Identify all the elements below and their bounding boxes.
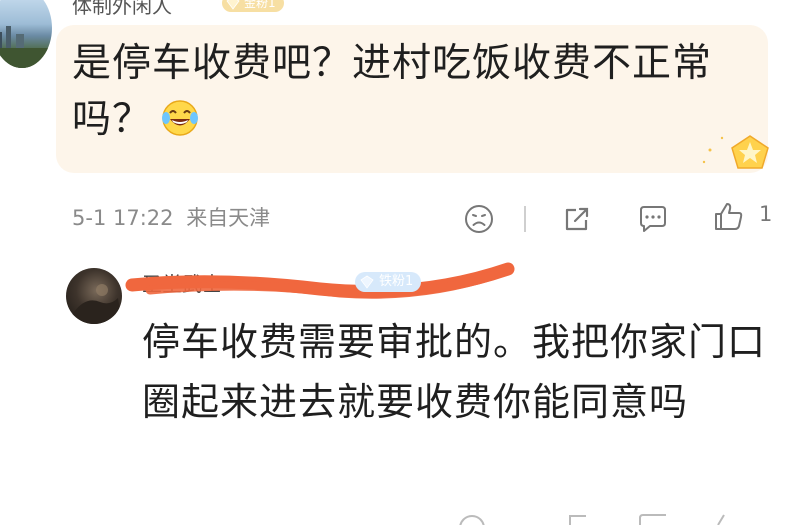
dislike-face-icon[interactable] bbox=[462, 202, 496, 236]
share-icon[interactable] bbox=[560, 202, 594, 236]
iron-gem-icon bbox=[360, 275, 374, 289]
reply-content: 停车收费需要审批的。我把你家门口圈起来进去就要收费你能同意吗 bbox=[142, 320, 767, 424]
fan-level-badge: 金粉1 bbox=[222, 0, 284, 12]
laugh-cry-emoji-icon bbox=[160, 98, 200, 138]
gold-gem-icon bbox=[226, 0, 240, 10]
fan-level-badge: 铁粉1 bbox=[355, 272, 422, 292]
action-divider bbox=[524, 206, 526, 232]
fan-badge-label: 金粉1 bbox=[244, 0, 276, 10]
fan-badge-label: 铁粉1 bbox=[379, 274, 414, 289]
comment-timestamp: 5-1 17:22 bbox=[72, 206, 174, 230]
like-thumb-icon[interactable] bbox=[712, 200, 746, 234]
commenter-avatar[interactable] bbox=[0, 0, 52, 68]
comment-location: 来自天津 bbox=[186, 206, 271, 230]
reply-comment-icon[interactable] bbox=[636, 202, 670, 236]
like-count: 1 bbox=[759, 202, 773, 226]
comment-meta: 5-1 17:22 来自天津 bbox=[72, 202, 270, 232]
comment-content: 是停车收费吧？进村吃饭收费不正常吗？ bbox=[72, 36, 762, 148]
next-comment-actions-partial bbox=[459, 514, 725, 525]
redaction-scribble bbox=[125, 262, 515, 299]
premium-star-badge-icon bbox=[702, 135, 769, 169]
commenter-username[interactable]: 体制外闲人 bbox=[72, 0, 172, 19]
